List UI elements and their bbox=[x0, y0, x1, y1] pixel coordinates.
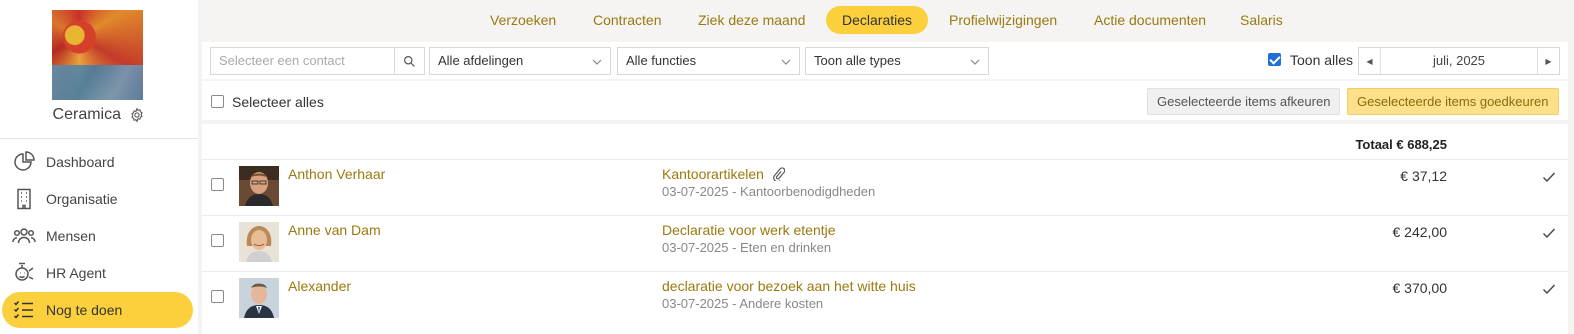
expense-meta: 03-07-2025 - Eten en drinken bbox=[662, 240, 832, 255]
expense-title[interactable]: Declaratie voor werk etentje bbox=[662, 222, 836, 238]
company-name: Ceramica bbox=[52, 106, 121, 123]
prev-month-button[interactable]: ◀ bbox=[1359, 48, 1381, 74]
paperclip-icon[interactable] bbox=[772, 167, 785, 181]
expense-amount: € 370,00 bbox=[1392, 280, 1448, 296]
show-all-label: Toon alles bbox=[1290, 52, 1354, 68]
expense-meta: 03-07-2025 - Kantoorbenodigdheden bbox=[662, 184, 876, 199]
table-row[interactable]: Anthon Verhaar Kantoorartikelen 03-07-20… bbox=[202, 159, 1568, 215]
sidebar-item-dashboard[interactable]: Dashboard bbox=[2, 144, 193, 180]
next-month-button[interactable]: ▶ bbox=[1537, 48, 1559, 74]
check-icon[interactable] bbox=[1542, 226, 1556, 240]
type-select[interactable]: Toon alle types bbox=[805, 47, 989, 75]
filter-bar: Selecteer een contact Alle afdelingen Al… bbox=[202, 42, 1568, 79]
sidebar-item-organisatie[interactable]: Organisatie bbox=[2, 181, 193, 217]
tab-salaris[interactable]: Salaris bbox=[1224, 6, 1299, 34]
company-name-row: Ceramica bbox=[0, 106, 198, 124]
employee-name[interactable]: Anthon Verhaar bbox=[288, 166, 385, 182]
search-icon bbox=[404, 55, 415, 67]
row-checkbox[interactable] bbox=[211, 178, 224, 191]
type-select-value: Toon alle types bbox=[814, 53, 901, 68]
select-all-checkbox[interactable] bbox=[211, 95, 224, 108]
tab-verzoeken[interactable]: Verzoeken bbox=[474, 6, 572, 34]
function-select-value: Alle functies bbox=[626, 53, 697, 68]
tab-profielwijzigingen[interactable]: Profielwijzigingen bbox=[933, 6, 1073, 34]
top-tabs: Verzoeken Contracten Ziek deze maand Dec… bbox=[198, 0, 1574, 40]
caret-right-icon: ▶ bbox=[1545, 56, 1552, 66]
chevron-down-icon bbox=[781, 59, 791, 65]
expense-title[interactable]: declaratie voor bezoek aan het witte hui… bbox=[662, 278, 916, 294]
reject-selected-button[interactable]: Geselecteerde items afkeuren bbox=[1147, 88, 1341, 115]
sidebar-item-label: Nog te doen bbox=[46, 302, 123, 318]
sidebar: Ceramica Dashboard Organisatie Mensen HR… bbox=[0, 0, 198, 334]
search-button[interactable] bbox=[395, 47, 425, 75]
check-icon[interactable] bbox=[1542, 282, 1556, 296]
department-select[interactable]: Alle afdelingen bbox=[429, 47, 611, 75]
tab-ziek-deze-maand[interactable]: Ziek deze maand bbox=[682, 6, 821, 34]
avatar bbox=[239, 222, 279, 262]
month-navigator: ◀ juli, 2025 ▶ bbox=[1358, 47, 1560, 75]
gear-icon[interactable] bbox=[129, 107, 145, 123]
row-checkbox[interactable] bbox=[211, 234, 224, 247]
bulk-action-bar: Selecteer alles Geselecteerde items afke… bbox=[202, 81, 1568, 120]
expense-title-text: Kantoorartikelen bbox=[662, 166, 764, 182]
contact-search-input[interactable]: Selecteer een contact bbox=[210, 47, 395, 75]
sidebar-item-hr-agent[interactable]: HR Agent bbox=[2, 255, 193, 291]
chevron-down-icon bbox=[592, 59, 602, 65]
select-all-label: Selecteer alles bbox=[232, 94, 324, 110]
chevron-down-icon bbox=[970, 59, 980, 65]
company-logo[interactable] bbox=[52, 10, 143, 100]
function-select[interactable]: Alle functies bbox=[617, 47, 800, 75]
sidebar-item-label: Mensen bbox=[46, 228, 96, 244]
sidebar-item-nog-te-doen[interactable]: Nog te doen bbox=[2, 292, 193, 328]
row-checkbox[interactable] bbox=[211, 290, 224, 303]
building-icon bbox=[17, 188, 31, 210]
sidebar-item-label: HR Agent bbox=[46, 265, 106, 281]
tab-actie-documenten[interactable]: Actie documenten bbox=[1078, 6, 1222, 34]
expense-title-text: declaratie voor bezoek aan het witte hui… bbox=[662, 278, 916, 294]
table-row[interactable]: Anne van Dam Declaratie voor werk etentj… bbox=[202, 215, 1568, 271]
employee-name[interactable]: Anne van Dam bbox=[288, 222, 381, 238]
approve-selected-button[interactable]: Geselecteerde items goedkeuren bbox=[1347, 88, 1559, 115]
expense-title[interactable]: Kantoorartikelen bbox=[662, 166, 785, 182]
tab-contracten[interactable]: Contracten bbox=[577, 6, 677, 34]
caret-left-icon: ◀ bbox=[1366, 56, 1373, 66]
sidebar-item-mensen[interactable]: Mensen bbox=[2, 218, 193, 254]
expense-amount: € 242,00 bbox=[1392, 224, 1448, 240]
expense-title-text: Declaratie voor werk etentje bbox=[662, 222, 836, 238]
avatar bbox=[239, 278, 279, 318]
sidebar-item-label: Dashboard bbox=[46, 154, 115, 170]
department-select-value: Alle afdelingen bbox=[438, 53, 524, 68]
people-icon bbox=[12, 228, 36, 244]
total-amount: Totaal € 688,25 bbox=[1355, 137, 1447, 152]
checklist-icon bbox=[13, 301, 33, 319]
table-row[interactable]: Alexander declaratie voor bezoek aan het… bbox=[202, 271, 1568, 327]
avatar bbox=[239, 166, 279, 206]
expense-meta: 03-07-2025 - Andere kosten bbox=[662, 296, 824, 311]
sidebar-divider bbox=[0, 138, 198, 139]
month-label[interactable]: juli, 2025 bbox=[1381, 48, 1537, 74]
agent-icon bbox=[15, 262, 34, 281]
pie-chart-icon bbox=[14, 151, 35, 171]
expense-list: Totaal € 688,25 Anthon Verhaar Kantoorar… bbox=[202, 124, 1568, 334]
expense-amount: € 37,12 bbox=[1400, 168, 1447, 184]
tab-declaraties[interactable]: Declaraties bbox=[826, 6, 929, 34]
sidebar-item-label: Organisatie bbox=[46, 191, 118, 207]
show-all-checkbox[interactable] bbox=[1268, 53, 1281, 66]
check-icon[interactable] bbox=[1542, 170, 1556, 184]
employee-name[interactable]: Alexander bbox=[288, 278, 351, 294]
